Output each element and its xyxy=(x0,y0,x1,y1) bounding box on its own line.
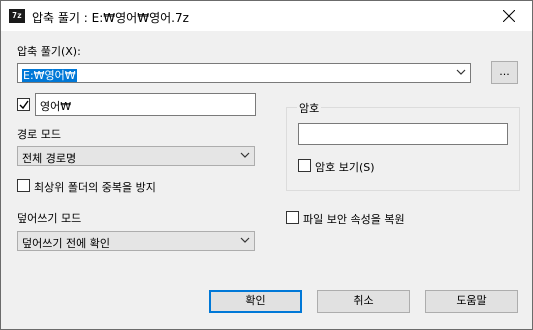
password-group-label: 암호 xyxy=(297,100,322,116)
extract-path-value[interactable]: E:₩영어₩ xyxy=(22,69,77,82)
path-mode-label: 경로 모드 xyxy=(17,128,61,141)
ok-button[interactable]: 확인 xyxy=(209,290,302,313)
extract-to-label: 압축 풀기(X): xyxy=(17,45,81,58)
show-password-checkbox[interactable] xyxy=(298,159,311,172)
folder-name-input[interactable]: 영어₩ xyxy=(35,93,256,116)
password-input[interactable] xyxy=(298,123,508,145)
overwrite-mode-label: 덮어쓰기 모드 xyxy=(17,212,82,225)
close-icon xyxy=(503,10,515,22)
eliminate-duplication-label: 최상위 폴더의 중복을 방지 xyxy=(34,181,156,194)
title-bar: 7z 압축 풀기 : E:₩영어₩영어.7z xyxy=(1,1,532,31)
password-group xyxy=(286,107,520,191)
folder-name-checkbox[interactable] xyxy=(17,98,30,111)
folder-name-value: 영어₩ xyxy=(40,100,72,113)
path-mode-value: 전체 경로명 xyxy=(22,152,77,165)
chevron-down-icon xyxy=(240,152,250,158)
window-title: 압축 풀기 : E:₩영어₩영어.7z xyxy=(32,11,189,25)
checkmark-icon xyxy=(19,100,29,110)
extract-dialog: 7z 압축 풀기 : E:₩영어₩영어.7z 압축 풀기(X): E:₩영어₩ … xyxy=(0,0,533,330)
restore-security-label: 파일 보안 속성을 복원 xyxy=(303,213,405,226)
chevron-down-icon xyxy=(240,237,250,243)
help-button[interactable]: 도움말 xyxy=(425,290,518,313)
cancel-button[interactable]: 취소 xyxy=(317,290,410,313)
path-mode-select[interactable]: 전체 경로명 xyxy=(17,146,255,166)
overwrite-mode-value: 덮어쓰기 전에 확인 xyxy=(22,237,110,250)
close-button[interactable] xyxy=(486,1,532,31)
overwrite-mode-select[interactable]: 덮어쓰기 전에 확인 xyxy=(17,231,255,251)
browse-button[interactable]: ... xyxy=(491,61,518,84)
restore-security-checkbox[interactable] xyxy=(286,211,299,224)
7zip-icon: 7z xyxy=(9,9,25,23)
eliminate-duplication-checkbox[interactable] xyxy=(17,179,30,192)
show-password-label: 암호 보기(S) xyxy=(315,161,375,174)
chevron-down-icon xyxy=(456,69,466,75)
extract-path-combo[interactable]: E:₩영어₩ xyxy=(17,63,471,83)
